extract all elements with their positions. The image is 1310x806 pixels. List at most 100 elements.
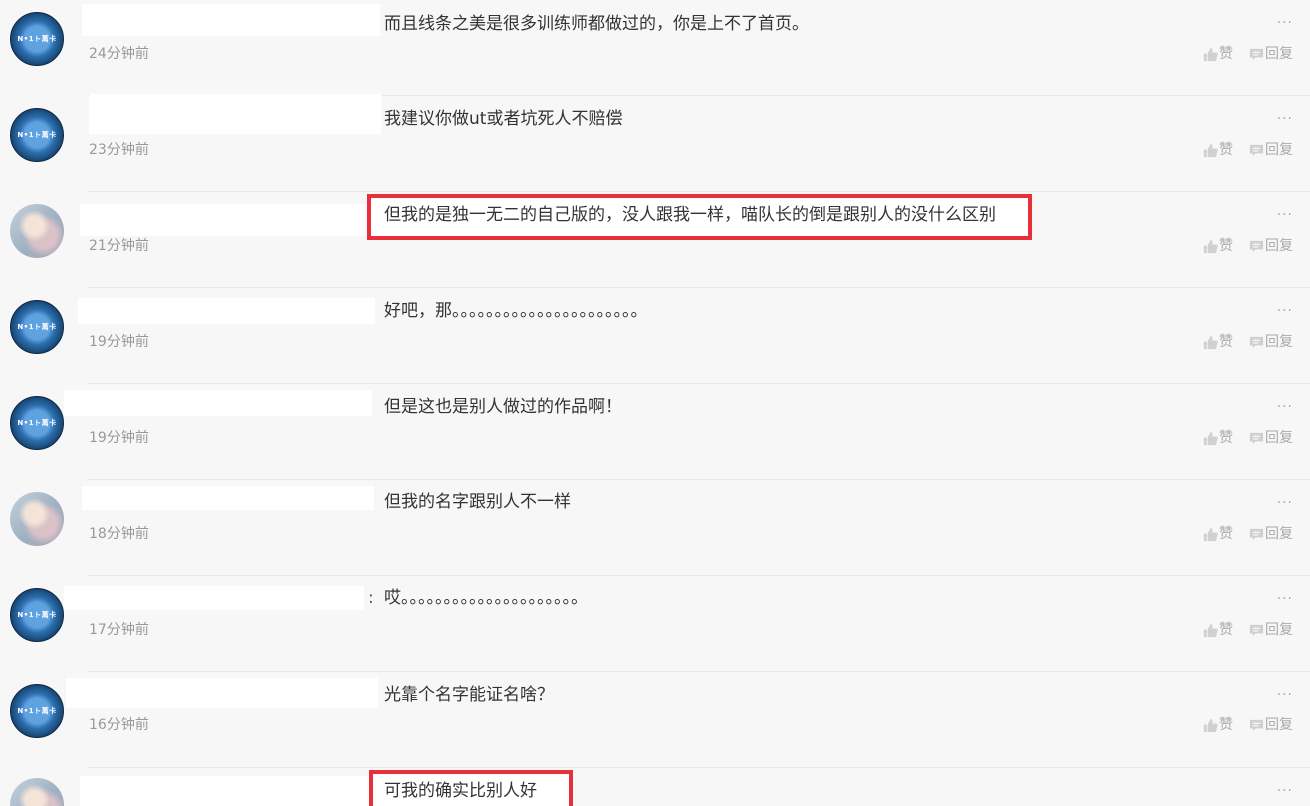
username-mask — [66, 678, 378, 708]
avatar-badge: N•1ト萬卡 — [17, 707, 57, 715]
comment-time: 24分钟前 — [89, 46, 149, 62]
like-button[interactable]: 赞 — [1203, 45, 1233, 63]
avatar-badge: N•1ト萬卡 — [17, 131, 57, 139]
comment-text: 可我的确实比别人好 — [384, 781, 537, 801]
comment-actions: 赞 回复 — [1187, 429, 1293, 447]
like-label: 赞 — [1219, 717, 1233, 733]
avatar[interactable]: N•1ト萬卡 — [10, 300, 64, 354]
like-label: 赞 — [1219, 526, 1233, 542]
reply-label: 回复 — [1265, 46, 1293, 62]
more-options-icon[interactable]: ··· — [1277, 592, 1293, 606]
comment-item: 但我的名字跟别人不一样 18分钟前 ··· 赞 回复 — [0, 480, 1310, 576]
comment-bubble-icon — [1249, 336, 1264, 348]
thumbs-up-icon — [1203, 431, 1218, 445]
reply-button[interactable]: 回复 — [1249, 141, 1293, 159]
more-options-icon[interactable]: ··· — [1277, 112, 1293, 126]
like-button[interactable]: 赞 — [1203, 333, 1233, 351]
reply-label: 回复 — [1265, 334, 1293, 350]
comment-bubble-icon — [1249, 240, 1264, 252]
comment-item: N•1ト萬卡 : 哎。。。。。。。。。。。。。。。。。。。。。 17分钟前 ··… — [0, 576, 1310, 672]
reply-button[interactable]: 回复 — [1249, 429, 1293, 447]
avatar-badge: N•1ト萬卡 — [17, 419, 57, 427]
username-mask — [80, 776, 372, 806]
reply-button[interactable]: 回复 — [1249, 45, 1293, 63]
avatar-badge: N•1ト萬卡 — [17, 35, 57, 43]
reply-label: 回复 — [1265, 622, 1293, 638]
username-mask — [80, 204, 365, 236]
comment-text: 光靠个名字能证名啥？ — [384, 685, 554, 705]
username-mask — [82, 486, 374, 510]
like-label: 赞 — [1219, 46, 1233, 62]
comment-text: 但我的名字跟别人不一样 — [384, 492, 571, 512]
reply-label: 回复 — [1265, 526, 1293, 542]
thumbs-up-icon — [1203, 527, 1218, 541]
username-mask — [64, 586, 364, 610]
comment-item: N•1ト萬卡 光靠个名字能证名啥？ 16分钟前 ··· 赞 回复 — [0, 672, 1310, 768]
comment-time: 19分钟前 — [89, 334, 149, 350]
avatar[interactable]: N•1ト萬卡 — [10, 12, 64, 66]
username-mask — [64, 390, 372, 416]
avatar-badge: N•1ト萬卡 — [17, 323, 57, 331]
avatar[interactable] — [10, 492, 64, 546]
reply-button[interactable]: 回复 — [1249, 237, 1293, 255]
comment-actions: 赞 回复 — [1187, 237, 1293, 255]
avatar[interactable]: N•1ト萬卡 — [10, 588, 64, 642]
comment-bubble-icon — [1249, 719, 1264, 731]
comment-item: 可我的确实比别人好 ··· — [0, 768, 1310, 806]
like-button[interactable]: 赞 — [1203, 525, 1233, 543]
more-options-icon[interactable]: ··· — [1277, 208, 1293, 222]
comment-actions: 赞 回复 — [1187, 716, 1293, 734]
comment-item: N•1ト萬卡 而且线条之美是很多训练师都做过的，你是上不了首页。 24分钟前 ·… — [0, 0, 1310, 96]
like-button[interactable]: 赞 — [1203, 621, 1233, 639]
more-options-icon[interactable]: ··· — [1277, 784, 1293, 798]
comment-text: 好吧，那。。。。。。。。。。。。。。。。。。。。。。 — [384, 301, 648, 321]
like-button[interactable]: 赞 — [1203, 237, 1233, 255]
comment-text: 而且线条之美是很多训练师都做过的，你是上不了首页。 — [384, 14, 809, 34]
more-options-icon[interactable]: ··· — [1277, 496, 1293, 510]
reply-button[interactable]: 回复 — [1249, 716, 1293, 734]
like-button[interactable]: 赞 — [1203, 716, 1233, 734]
comment-text: 我建议你做ut或者坑死人不赔偿 — [384, 109, 623, 129]
thumbs-up-icon — [1203, 47, 1218, 61]
more-options-icon[interactable]: ··· — [1277, 688, 1293, 702]
comment-item: N•1ト萬卡 我建议你做ut或者坑死人不赔偿 23分钟前 ··· 赞 回复 — [0, 94, 1310, 192]
like-label: 赞 — [1219, 238, 1233, 254]
like-button[interactable]: 赞 — [1203, 141, 1233, 159]
comment-time: 17分钟前 — [89, 622, 149, 638]
more-options-icon[interactable]: ··· — [1277, 400, 1293, 414]
avatar[interactable]: N•1ト萬卡 — [10, 396, 64, 450]
avatar[interactable] — [10, 204, 64, 258]
comment-item: N•1ト萬卡 好吧，那。。。。。。。。。。。。。。。。。。。。。。 19分钟前 … — [0, 288, 1310, 384]
comment-actions: 赞 回复 — [1187, 45, 1293, 63]
comment-item: N•1ト萬卡 但是这也是别人做过的作品啊！ 19分钟前 ··· 赞 回复 — [0, 384, 1310, 480]
name-colon: : — [368, 588, 374, 608]
comment-item: 但我的是独一无二的自己版的，没人跟我一样，喵队长的倒是跟别人的没什么区别 21分… — [0, 192, 1310, 288]
avatar[interactable] — [10, 778, 64, 806]
comment-time: 21分钟前 — [89, 238, 149, 254]
thumbs-up-icon — [1203, 623, 1218, 637]
reply-button[interactable]: 回复 — [1249, 333, 1293, 351]
reply-label: 回复 — [1265, 238, 1293, 254]
thumbs-up-icon — [1203, 718, 1218, 732]
reply-label: 回复 — [1265, 430, 1293, 446]
reply-button[interactable]: 回复 — [1249, 621, 1293, 639]
comment-text: 但是这也是别人做过的作品啊！ — [384, 397, 622, 417]
avatar[interactable]: N•1ト萬卡 — [10, 108, 64, 162]
thumbs-up-icon — [1203, 143, 1218, 157]
comment-time: 16分钟前 — [89, 717, 149, 733]
more-options-icon[interactable]: ··· — [1277, 16, 1293, 30]
reply-button[interactable]: 回复 — [1249, 525, 1293, 543]
username-mask — [82, 4, 380, 36]
like-label: 赞 — [1219, 334, 1233, 350]
comment-text: 但我的是独一无二的自己版的，没人跟我一样，喵队长的倒是跟别人的没什么区别 — [384, 205, 996, 225]
like-button[interactable]: 赞 — [1203, 429, 1233, 447]
avatar[interactable]: N•1ト萬卡 — [10, 684, 64, 738]
like-label: 赞 — [1219, 622, 1233, 638]
comment-bubble-icon — [1249, 624, 1264, 636]
comment-time: 18分钟前 — [89, 526, 149, 542]
comment-actions: 赞 回复 — [1187, 621, 1293, 639]
comment-bubble-icon — [1249, 48, 1264, 60]
reply-label: 回复 — [1265, 142, 1293, 158]
more-options-icon[interactable]: ··· — [1277, 304, 1293, 318]
comment-actions: 赞 回复 — [1187, 141, 1293, 159]
